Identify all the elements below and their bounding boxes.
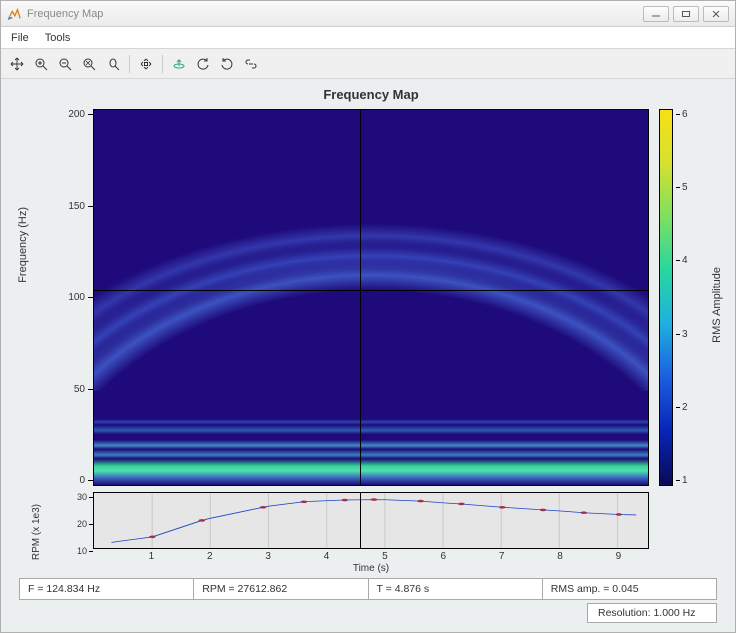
toolbar-separator <box>162 55 163 73</box>
rpm-plot[interactable] <box>93 492 649 549</box>
restore-view-icon[interactable] <box>136 54 156 74</box>
resolution-row: Resolution: 1.000 Hz <box>13 600 723 626</box>
spectrogram-plot[interactable] <box>93 109 649 486</box>
close-button[interactable] <box>703 6 729 22</box>
rpm-y-axis-label: RPM (x 1e3) <box>31 504 42 560</box>
rotate3d-icon[interactable] <box>169 54 189 74</box>
menu-file[interactable]: File <box>11 32 29 44</box>
toolbar <box>1 49 735 79</box>
status-rpm: RPM = 27612.862 <box>194 579 368 599</box>
status-rms: RMS amp. = 0.045 <box>543 579 716 599</box>
zoom-y-icon[interactable] <box>103 54 123 74</box>
zoom-in-icon[interactable] <box>31 54 51 74</box>
resolution-cell: Resolution: 1.000 Hz <box>587 603 717 623</box>
zoom-out-icon[interactable] <box>55 54 75 74</box>
app-window: Frequency Map File Tools Frequency (Hz) … <box>0 0 736 633</box>
rotate-right-icon[interactable] <box>217 54 237 74</box>
spectrogram-axes[interactable]: Frequency (Hz) 200 150 100 50 0 Frequenc… <box>13 87 723 486</box>
rpm-y-ticks: 30 20 10 <box>77 492 93 556</box>
maximize-button[interactable] <box>673 6 699 22</box>
colorbar-gradient <box>659 109 673 486</box>
titlebar: Frequency Map <box>1 1 735 27</box>
link-axes-icon[interactable] <box>241 54 261 74</box>
crosshair-horizontal[interactable] <box>94 290 648 291</box>
colorbar-ticks: 6 5 4 3 2 1 <box>676 109 688 486</box>
crosshair-vertical[interactable] <box>360 110 361 485</box>
y-axis-label: Frequency (Hz) <box>17 207 29 283</box>
colorbar: 6 5 4 3 2 1 RMS Amplitude <box>659 87 723 486</box>
x-tick-labels: 1 2 3 4 5 6 7 8 9 <box>93 549 649 563</box>
menu-tools[interactable]: Tools <box>45 32 71 44</box>
rpm-line <box>94 493 648 548</box>
status-frequency: F = 124.834 Hz <box>20 579 194 599</box>
toolbar-separator <box>129 55 130 73</box>
y-tick-labels: 200 150 100 50 0 <box>48 109 93 486</box>
rotate-left-icon[interactable] <box>193 54 213 74</box>
pan-icon[interactable] <box>7 54 27 74</box>
window-title: Frequency Map <box>27 8 639 20</box>
status-time: T = 4.876 s <box>369 579 543 599</box>
menubar: File Tools <box>1 27 735 49</box>
status-bar: F = 124.834 Hz RPM = 27612.862 T = 4.876… <box>19 578 717 600</box>
zoom-x-icon[interactable] <box>79 54 99 74</box>
matlab-icon <box>7 7 21 21</box>
chart-title: Frequency Map <box>93 87 649 109</box>
x-axis-label: Time (s) <box>93 563 649 574</box>
colorbar-label: RMS Amplitude <box>711 267 723 343</box>
rpm-axes[interactable]: RPM (x 1e3) 30 20 10 <box>13 492 723 574</box>
rpm-crosshair[interactable] <box>360 493 361 548</box>
figure-canvas: Frequency (Hz) 200 150 100 50 0 Frequenc… <box>1 79 735 632</box>
minimize-button[interactable] <box>643 6 669 22</box>
